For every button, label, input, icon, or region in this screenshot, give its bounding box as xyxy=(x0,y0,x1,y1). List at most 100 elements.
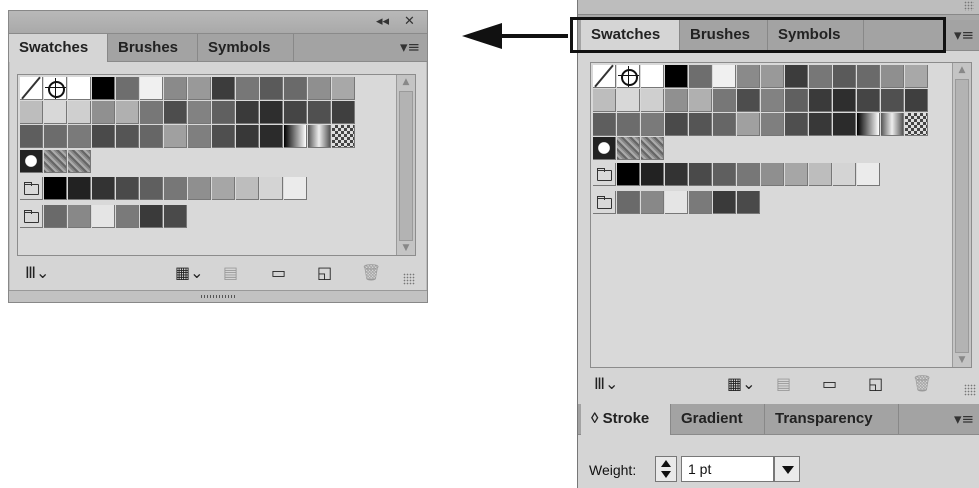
color-swatch[interactable] xyxy=(116,205,139,228)
color-swatch[interactable] xyxy=(713,163,736,186)
color-swatch[interactable] xyxy=(905,65,928,88)
color-swatch[interactable] xyxy=(665,65,688,88)
tab-transparency[interactable]: Transparency xyxy=(765,404,899,434)
dock-resize-grip-icon[interactable] xyxy=(964,384,976,396)
color-swatch[interactable] xyxy=(188,101,211,124)
color-swatch[interactable] xyxy=(260,177,283,200)
scrollbar[interactable]: ▲ ▼ xyxy=(396,75,415,255)
tab-symbols[interactable]: Symbols xyxy=(198,34,294,61)
color-swatch[interactable] xyxy=(116,77,139,100)
tab-gradient[interactable]: Gradient xyxy=(671,404,765,434)
color-swatch[interactable] xyxy=(857,89,880,112)
stepper-down-icon[interactable] xyxy=(661,471,671,478)
dock-scroll-down-icon[interactable]: ▼ xyxy=(953,353,971,367)
show-kinds-icon[interactable]: ▦⌄ xyxy=(175,263,204,282)
dock-grip-icon[interactable] xyxy=(964,1,974,11)
color-swatch[interactable] xyxy=(284,77,307,100)
color-swatch[interactable] xyxy=(68,205,91,228)
dock-scroll-thumb[interactable] xyxy=(955,79,969,353)
color-swatch[interactable] xyxy=(68,77,91,100)
color-swatch[interactable] xyxy=(164,205,187,228)
color-swatch[interactable] xyxy=(713,65,736,88)
color-swatch[interactable] xyxy=(68,125,91,148)
color-swatch[interactable] xyxy=(188,125,211,148)
color-swatch[interactable] xyxy=(689,65,712,88)
color-swatch[interactable] xyxy=(833,113,856,136)
color-swatch[interactable] xyxy=(737,191,760,214)
color-swatch[interactable] xyxy=(188,77,211,100)
color-swatch[interactable] xyxy=(761,89,784,112)
color-swatch[interactable] xyxy=(68,177,91,200)
color-swatch[interactable] xyxy=(737,65,760,88)
color-swatch[interactable] xyxy=(713,113,736,136)
texture-swatch[interactable] xyxy=(68,150,91,173)
color-group-folder-icon[interactable] xyxy=(20,177,43,200)
close-icon[interactable]: ✕ xyxy=(404,14,415,29)
color-swatch[interactable] xyxy=(881,65,904,88)
swatch-options-icon[interactable]: ▤ xyxy=(223,263,238,282)
color-swatch[interactable] xyxy=(44,125,67,148)
color-swatch[interactable] xyxy=(92,177,115,200)
color-swatch[interactable] xyxy=(140,125,163,148)
color-swatch[interactable] xyxy=(20,101,43,124)
color-swatch[interactable] xyxy=(236,101,259,124)
dock-delete-swatch-icon[interactable]: 🗑 xyxy=(912,374,932,393)
registration-swatch-icon[interactable] xyxy=(44,77,67,100)
color-swatch[interactable] xyxy=(92,101,115,124)
texture-swatch[interactable] xyxy=(641,137,664,160)
color-swatch[interactable] xyxy=(857,65,880,88)
color-swatch[interactable] xyxy=(761,113,784,136)
color-swatch[interactable] xyxy=(236,177,259,200)
panel-titlebar[interactable]: ◂◂ ✕ xyxy=(9,11,427,34)
color-swatch[interactable] xyxy=(260,77,283,100)
color-group-folder-icon[interactable] xyxy=(20,205,43,228)
color-swatch[interactable] xyxy=(809,65,832,88)
color-swatch[interactable] xyxy=(212,125,235,148)
drag-grip-icon[interactable] xyxy=(201,295,237,298)
color-swatch[interactable] xyxy=(212,77,235,100)
delete-swatch-icon[interactable]: 🗑 xyxy=(361,263,381,282)
scroll-down-icon[interactable]: ▼ xyxy=(397,241,415,255)
color-swatch[interactable] xyxy=(92,125,115,148)
color-swatch[interactable] xyxy=(260,101,283,124)
dock-scrollbar[interactable]: ▲ ▼ xyxy=(952,63,971,367)
grad1-swatch[interactable] xyxy=(857,113,880,136)
color-swatch[interactable] xyxy=(617,89,640,112)
color-swatch[interactable] xyxy=(260,125,283,148)
color-swatch[interactable] xyxy=(833,65,856,88)
color-swatch[interactable] xyxy=(332,101,355,124)
color-swatch[interactable] xyxy=(665,163,688,186)
color-swatch[interactable] xyxy=(689,163,712,186)
color-swatch[interactable] xyxy=(92,77,115,100)
color-swatch[interactable] xyxy=(332,77,355,100)
color-swatch[interactable] xyxy=(641,65,664,88)
color-swatch[interactable] xyxy=(713,191,736,214)
color-swatch[interactable] xyxy=(761,163,784,186)
color-swatch[interactable] xyxy=(44,177,67,200)
tab-swatches[interactable]: Swatches xyxy=(9,34,108,62)
color-swatch[interactable] xyxy=(236,125,259,148)
stroke-panel-menu-icon[interactable]: ▾≡ xyxy=(954,410,974,428)
color-swatch[interactable] xyxy=(617,191,640,214)
dock-show-kinds-icon[interactable]: ▦⌄ xyxy=(727,374,756,393)
weight-input[interactable]: 1 pt xyxy=(681,456,774,482)
panel-menu-icon[interactable]: ▾≡ xyxy=(400,38,420,56)
registration-swatch-icon[interactable] xyxy=(617,65,640,88)
weight-dropdown-icon[interactable] xyxy=(774,456,800,482)
pattern-swatch[interactable] xyxy=(905,113,928,136)
color-swatch[interactable] xyxy=(761,65,784,88)
color-swatch[interactable] xyxy=(212,101,235,124)
color-swatch[interactable] xyxy=(737,89,760,112)
color-swatch[interactable] xyxy=(140,77,163,100)
color-swatch[interactable] xyxy=(905,89,928,112)
stepper-up-icon[interactable] xyxy=(661,460,671,467)
color-swatch[interactable] xyxy=(617,163,640,186)
color-group-folder-icon[interactable] xyxy=(593,191,616,214)
color-swatch[interactable] xyxy=(737,113,760,136)
color-swatch[interactable] xyxy=(665,191,688,214)
color-swatch[interactable] xyxy=(308,77,331,100)
color-swatch[interactable] xyxy=(809,89,832,112)
color-swatch[interactable] xyxy=(833,163,856,186)
color-swatch[interactable] xyxy=(164,77,187,100)
none-swatch[interactable] xyxy=(593,65,616,88)
